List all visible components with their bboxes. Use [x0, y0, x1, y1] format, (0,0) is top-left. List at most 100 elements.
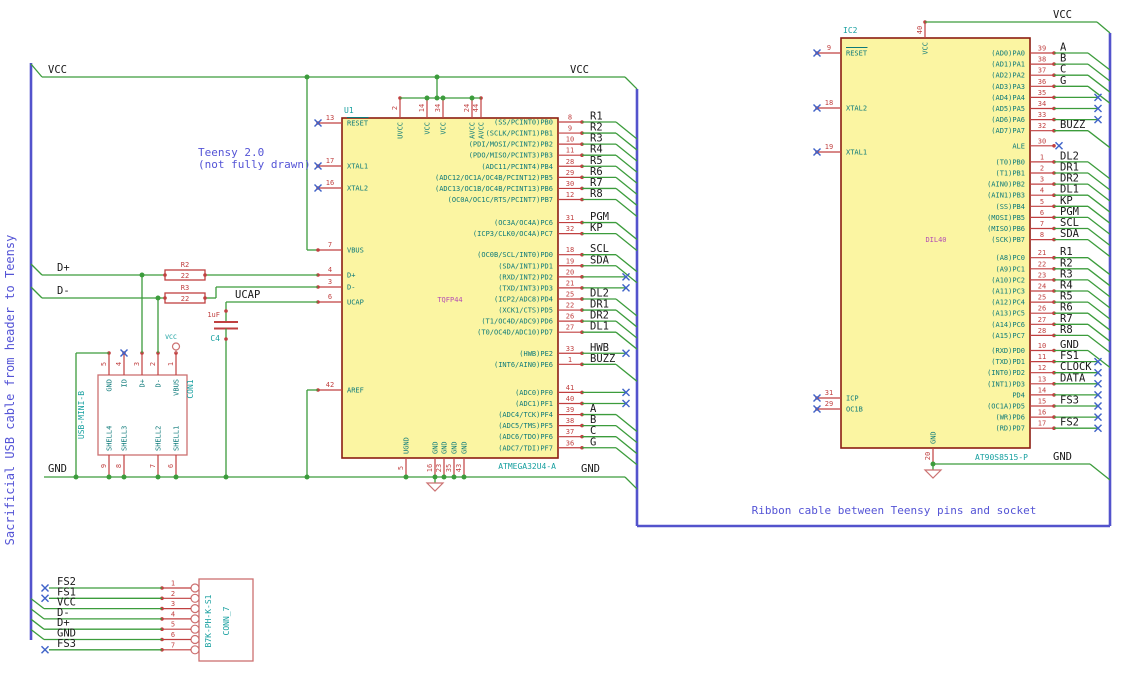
pin-number: 24	[463, 104, 471, 112]
pin-name: XTAL2	[347, 185, 368, 193]
pin-number: 16	[426, 464, 434, 472]
pin-number: 35	[445, 464, 453, 472]
pin-name: (SS)PB4	[995, 203, 1025, 211]
net-label: DL1	[590, 321, 609, 333]
pin-number: 35	[1038, 89, 1046, 97]
pin-number: 39	[1038, 45, 1046, 53]
pin-number: 38	[1038, 56, 1046, 64]
conn7-pin-circle	[190, 645, 200, 655]
pin-number: 17	[326, 157, 334, 165]
pin-number: 41	[566, 384, 574, 392]
pin-name: (RD)PD7	[995, 425, 1025, 433]
pin-name: UGND	[403, 437, 411, 454]
pin-name: (AD4)PA4	[991, 94, 1025, 102]
net-label: BUZZ	[1060, 119, 1085, 131]
pin-name: (A15)PC7	[991, 332, 1025, 340]
pin-number: 27	[566, 324, 574, 332]
pin-number: 11	[566, 147, 574, 155]
schematic-canvas: 2UVCC14VCC34VCC24AVCC44AVCC5UGND16GND23G…	[3, 9, 1112, 662]
pin-name: D-	[347, 284, 355, 292]
ic2-ref: IC2	[843, 26, 858, 35]
pin-number: 3	[1040, 176, 1044, 184]
pin-number: 23	[1038, 271, 1046, 279]
junction-dot	[424, 95, 430, 101]
pin-name: (ICP2/ADC8)PD4	[494, 295, 553, 303]
pin-number: 3	[328, 278, 332, 286]
pin-number: 18	[566, 246, 574, 254]
pin-name: (AD2)PA2	[991, 72, 1025, 80]
r3-ref: R3	[181, 284, 189, 292]
conn7-ref: CONN_7	[222, 606, 231, 635]
pin-number: 27	[1038, 316, 1046, 324]
pin-name: XTAL1	[846, 149, 867, 157]
pin-name: (RXD)PD0	[991, 347, 1025, 355]
pin-name: (MOSI)PB5	[987, 214, 1025, 222]
bus-entry	[30, 63, 43, 78]
pin-name: UVCC	[397, 122, 405, 139]
pin-number: 42	[326, 381, 334, 389]
pin-number: 15	[1038, 398, 1046, 406]
pin-end-dot	[1052, 144, 1056, 148]
pin-name: (INT1)PD3	[987, 380, 1025, 388]
pin-number: 33	[1038, 111, 1046, 119]
pin-end-dot	[203, 273, 207, 277]
net-label: BUZZ	[590, 353, 615, 365]
pin-number: 12	[566, 191, 574, 199]
pin-name: (AD5)PA5	[991, 105, 1025, 113]
pin-name: (SCLK/PCINT1)PB1	[486, 130, 553, 138]
pin-name: SHELL3	[121, 426, 129, 451]
pin-name: (AD3)PA3	[991, 83, 1025, 91]
pin-name: PD4	[1012, 391, 1025, 399]
net-label: G	[590, 436, 596, 448]
ic2-gnd-label: GND	[1053, 451, 1072, 463]
pin-number: 43	[455, 464, 463, 472]
pin-name: D+	[139, 379, 147, 387]
pin-number: 7	[328, 241, 332, 249]
pin-number: 36	[1038, 78, 1046, 86]
pin-name: XTAL1	[347, 163, 368, 171]
pin-name: (OC3A/OC4A)PC6	[494, 219, 553, 227]
conn7-pin-circle	[190, 614, 200, 624]
pin-number: 14	[418, 104, 426, 112]
pin-name: UCAP	[347, 299, 364, 307]
r3-value: 22	[181, 295, 189, 303]
pin-number: 30	[1038, 137, 1046, 145]
gnd-symbol	[425, 482, 445, 492]
c4-ref: C4	[210, 334, 220, 343]
bus-entry	[1087, 130, 1111, 149]
junction-dot	[173, 474, 179, 480]
pin-number: 33	[566, 345, 574, 353]
pin-number: 16	[326, 179, 334, 187]
pin-number: 19	[566, 257, 574, 265]
bus-entry	[30, 598, 45, 610]
pin-name: SHELL1	[173, 426, 181, 451]
gnd-symbol	[923, 469, 943, 479]
pin-name: GND	[441, 441, 449, 454]
pin-number: 3	[133, 362, 141, 366]
conn7-value: B7K-PH-K-S1	[204, 594, 213, 647]
pin-number: 5	[171, 621, 175, 629]
junction-dot	[469, 95, 475, 101]
pin-number: 2	[1040, 165, 1044, 173]
pin-number: 2	[171, 590, 175, 598]
dplus-net-label: D+	[57, 262, 70, 274]
pin-name: (TXD)PD1	[991, 358, 1025, 366]
vcc-label-right: VCC	[570, 64, 589, 76]
con1-value: USB-MINI-B	[77, 391, 86, 439]
pin-name: (T1)PB1	[995, 170, 1025, 178]
pin-number: 14	[1038, 386, 1046, 394]
pin-number: 34	[434, 104, 442, 112]
pin-number: 39	[566, 406, 574, 414]
bus-entry	[624, 476, 638, 490]
pin-name: (AIN0)PB2	[987, 181, 1025, 189]
junction-dot	[121, 474, 127, 480]
bus-entry	[1096, 21, 1111, 34]
pin-name: (INT0)PD2	[987, 369, 1025, 377]
pin-end-dot	[203, 296, 207, 300]
junction-dot	[440, 95, 446, 101]
pin-number: 19	[825, 143, 833, 151]
pin-number: 31	[825, 389, 833, 397]
pin-number: 32	[1038, 122, 1046, 130]
con1-ref: CON1	[186, 379, 195, 398]
pin-number: 29	[566, 169, 574, 177]
